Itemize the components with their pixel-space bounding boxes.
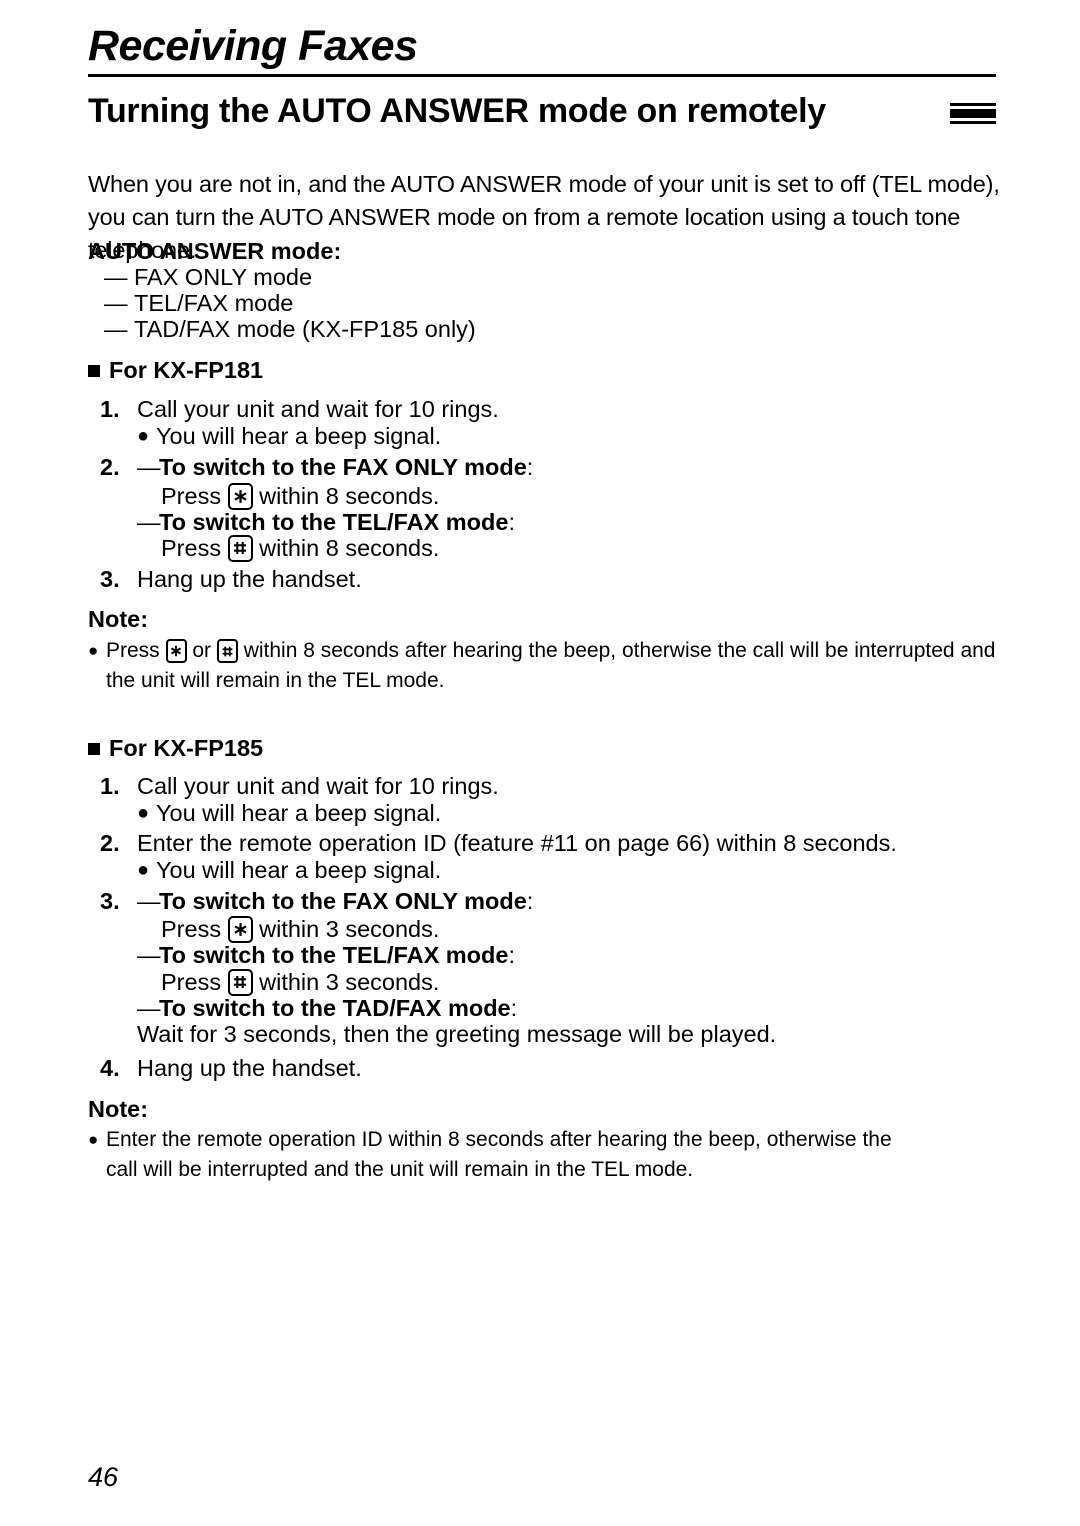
model-heading-label: For KX-FP185 bbox=[109, 735, 264, 761]
page-number: 46 bbox=[88, 1462, 119, 1492]
step-text: Hang up the handset. bbox=[137, 1055, 362, 1081]
note-title-fp185: Note: bbox=[88, 1096, 149, 1122]
em-dash: — bbox=[137, 509, 161, 535]
model-heading-kx-fp185: For KX-FP185 bbox=[88, 735, 263, 762]
step-text: Hang up the handset. bbox=[137, 566, 362, 592]
pound-key-icon bbox=[227, 534, 253, 562]
sub-note-text: You will hear a beep signal. bbox=[156, 423, 442, 449]
round-bullet-icon: ● bbox=[88, 641, 99, 660]
em-dash: — bbox=[137, 942, 161, 968]
section-marker-icon bbox=[950, 103, 996, 124]
step-number: 2. bbox=[100, 454, 120, 480]
auto-answer-mode-label: TAD/FAX mode (KX-FP185 only) bbox=[134, 316, 476, 342]
colon: : bbox=[508, 942, 515, 968]
step-number: 3. bbox=[100, 888, 120, 914]
fax-only-label: To switch to the FAX ONLY mode bbox=[159, 888, 527, 914]
colon: : bbox=[526, 454, 534, 480]
round-bullet-icon: ● bbox=[137, 802, 150, 824]
colon: : bbox=[526, 888, 534, 914]
sub-note-text: You will hear a beep signal. bbox=[156, 857, 442, 883]
note-text-part-3: within 8 seconds after hearing the beep,… bbox=[106, 639, 996, 692]
note-body-fp185: ● Enter the remote operation ID within 8… bbox=[88, 1125, 928, 1185]
asterisk-key-icon bbox=[165, 639, 187, 664]
em-dash: — bbox=[137, 454, 161, 480]
press-prefix: Press bbox=[161, 535, 228, 561]
chapter-title: Receiving Faxes bbox=[88, 22, 418, 70]
round-bullet-icon: ● bbox=[137, 859, 150, 881]
em-dash: — bbox=[104, 316, 128, 342]
fp185-tad-fax-text: Wait for 3 seconds, then the greeting me… bbox=[137, 1021, 777, 1047]
note-title-fp181: Note: bbox=[88, 606, 149, 632]
title-divider bbox=[88, 74, 996, 77]
pound-key-icon bbox=[216, 639, 238, 664]
round-bullet-icon: ● bbox=[137, 425, 150, 447]
section-heading-row: Turning the AUTO ANSWER mode on remotely bbox=[88, 92, 996, 131]
em-dash: — bbox=[137, 888, 161, 914]
sub-note-text: You will hear a beep signal. bbox=[156, 800, 442, 826]
auto-answer-mode-item: — TAD/FAX mode (KX-FP185 only) bbox=[104, 314, 476, 344]
fp181-tel-fax-press: Press within 8 seconds. bbox=[161, 531, 439, 565]
fp181-step-3: 3. Hang up the handset. bbox=[100, 563, 860, 595]
fp181-step-1-note: ● You will hear a beep signal. bbox=[100, 420, 897, 452]
manual-page: Receiving Faxes Turning the AUTO ANSWER … bbox=[0, 0, 1080, 1526]
section-heading: Turning the AUTO ANSWER mode on remotely bbox=[88, 92, 826, 130]
note-text: Enter the remote operation ID within 8 s… bbox=[106, 1128, 892, 1181]
fax-only-label: To switch to the FAX ONLY mode bbox=[159, 454, 527, 480]
square-bullet-icon bbox=[88, 743, 100, 755]
press-suffix: within 8 seconds. bbox=[252, 535, 440, 561]
note-body-fp181: ● Press or within 8 seconds after hearin… bbox=[88, 636, 996, 696]
fp185-step-4: 4. Hang up the handset. bbox=[100, 1052, 900, 1084]
fp185-step-2-note: ● You will hear a beep signal. bbox=[100, 854, 937, 886]
round-bullet-icon: ● bbox=[88, 1130, 99, 1149]
note-text: Press or within 8 seconds after hearing … bbox=[106, 636, 996, 696]
model-heading-kx-fp181: For KX-FP181 bbox=[88, 357, 263, 384]
note-text-part-1: Press bbox=[106, 639, 166, 662]
step-number: 4. bbox=[100, 1055, 120, 1081]
note-text-part-2: or bbox=[186, 639, 217, 662]
model-heading-label: For KX-FP181 bbox=[109, 357, 264, 383]
fp185-step-1-note: ● You will hear a beep signal. bbox=[100, 797, 937, 829]
step-number: 3. bbox=[100, 566, 120, 592]
colon: : bbox=[508, 509, 515, 535]
square-bullet-icon bbox=[88, 365, 100, 377]
